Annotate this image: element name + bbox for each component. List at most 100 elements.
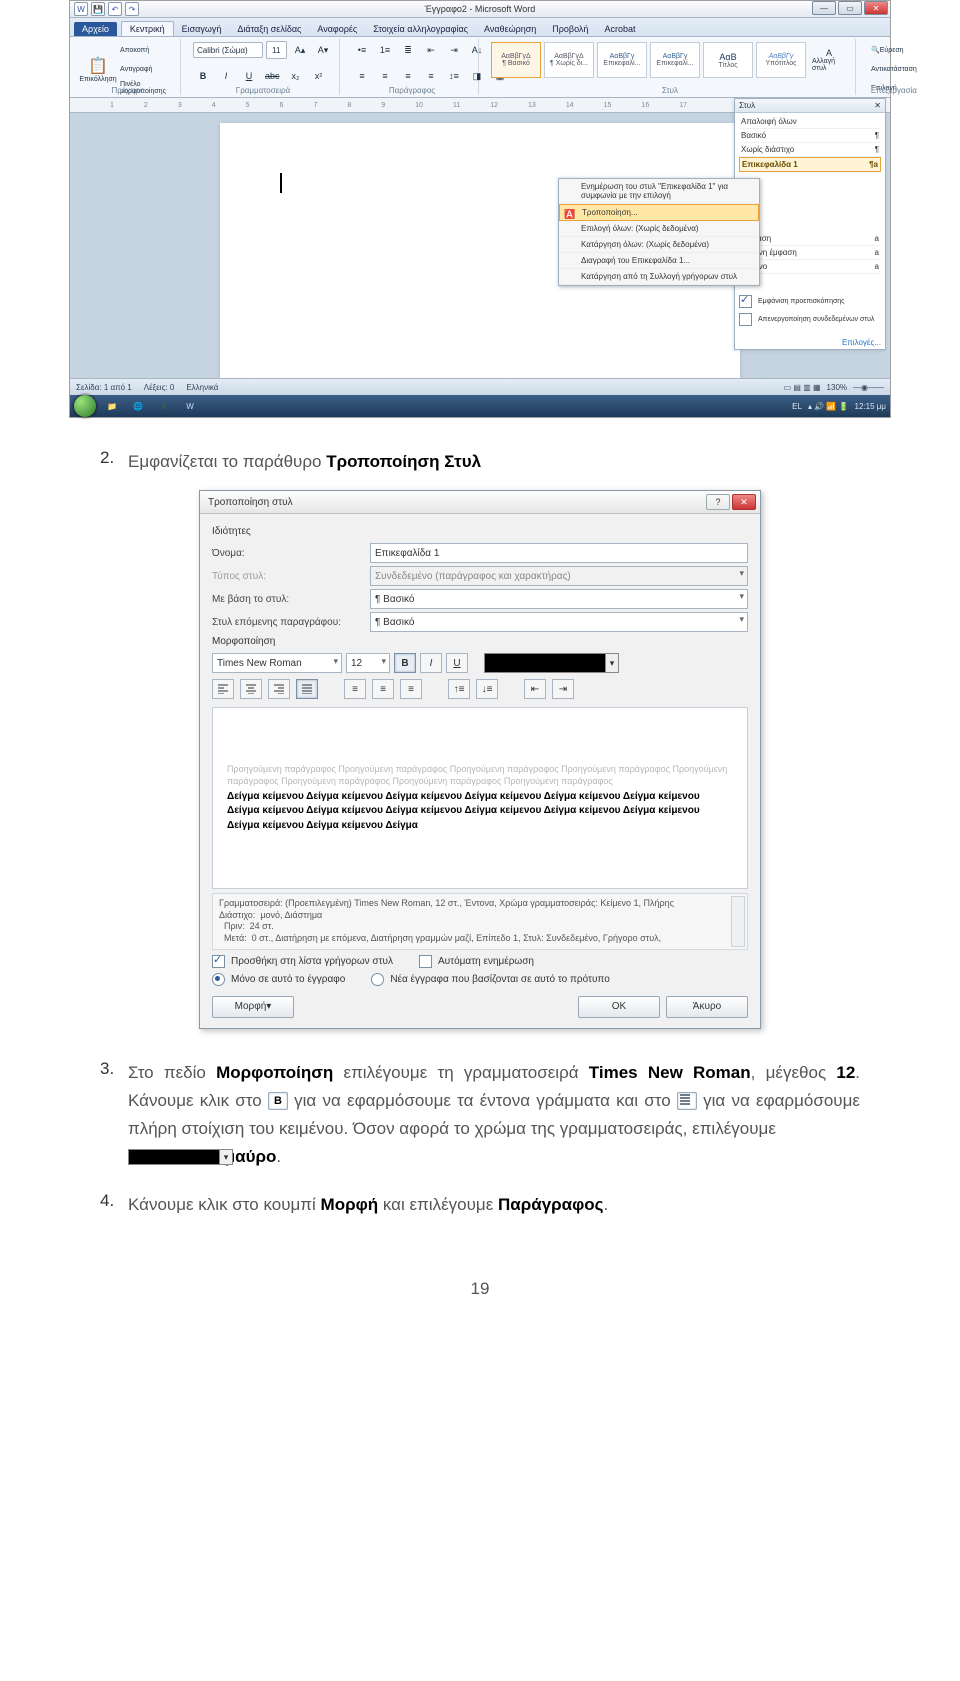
tab-home[interactable]: Κεντρική xyxy=(121,21,174,36)
align-center-icon[interactable]: ≡ xyxy=(375,67,395,85)
based-on-select[interactable]: ¶ Βασικό xyxy=(370,589,748,609)
align-left-icon[interactable]: ≡ xyxy=(352,67,372,85)
help-button[interactable]: ? xyxy=(706,494,730,510)
tab-mailings[interactable]: Στοιχεία αλληλογραφίας xyxy=(365,22,476,36)
paste-button[interactable]: 📋 Επικόλληση xyxy=(82,50,114,88)
underline-button[interactable]: U xyxy=(446,653,468,673)
ok-button[interactable]: OK xyxy=(578,996,660,1018)
cm-delete-style[interactable]: Διαγραφή του Επικεφαλίδα 1... xyxy=(559,253,759,269)
view-buttons[interactable]: ▭ ▤ ▥ ▦ xyxy=(784,383,821,392)
only-this-doc-radio[interactable] xyxy=(212,973,225,986)
align-right-icon[interactable]: ≡ xyxy=(398,67,418,85)
increase-indent-button[interactable]: ⇥ xyxy=(552,679,574,699)
cancel-button[interactable]: Άκυρο xyxy=(666,996,748,1018)
tab-references[interactable]: Αναφορές xyxy=(309,22,365,36)
style-normal[interactable]: ΑαΒβΓγΔ¶ Βασικό xyxy=(491,42,541,78)
tab-review[interactable]: Αναθεώρηση xyxy=(476,22,544,36)
outdent-icon[interactable]: ⇤ xyxy=(421,41,441,59)
font-face-select[interactable]: Times New Roman xyxy=(212,653,342,673)
subscript-icon[interactable]: x₂ xyxy=(286,67,306,85)
disable-linked-checkbox[interactable] xyxy=(739,313,752,326)
status-language[interactable]: Ελληνικά xyxy=(186,383,218,392)
styles-pane-item[interactable]: Έμφασηa xyxy=(739,232,881,246)
font-color-select[interactable] xyxy=(484,653,606,673)
italic-icon[interactable]: I xyxy=(216,67,236,85)
align-left-button[interactable] xyxy=(212,679,234,699)
name-input[interactable]: Επικεφαλίδα 1 xyxy=(370,543,748,563)
styles-pane-item[interactable]: Βασικό¶ xyxy=(739,129,881,143)
cm-modify-style[interactable]: 🅰️ Τροποποίηση... xyxy=(559,204,759,221)
single-spacing-button[interactable]: ≡ xyxy=(344,679,366,699)
explorer-icon[interactable]: 📁 xyxy=(102,398,122,414)
style-nospacing[interactable]: ΑαΒβΓγΔ¶ Χωρίς δι... xyxy=(544,42,594,78)
underline-icon[interactable]: U xyxy=(239,67,259,85)
indent-icon[interactable]: ⇥ xyxy=(444,41,464,59)
font-size-select[interactable]: 11 xyxy=(266,41,287,59)
strike-icon[interactable]: abc xyxy=(262,67,283,85)
styles-pane-close-icon[interactable]: ✕ xyxy=(874,101,881,110)
cut-button[interactable]: Αποκοπή xyxy=(117,41,174,59)
cm-remove-quick[interactable]: Κατάργηση από τη Συλλογή γρήγορων στυλ xyxy=(559,269,759,285)
style-heading1[interactable]: ΑαΒβΓγΕπικεφαλί... xyxy=(597,42,647,78)
bold-icon[interactable]: B xyxy=(193,67,213,85)
font-size-select[interactable]: 12 xyxy=(346,653,390,673)
style-heading2[interactable]: ΑαΒβΓγΕπικεφαλί... xyxy=(650,42,700,78)
save-icon[interactable]: 💾 xyxy=(91,2,105,16)
styles-pane-item[interactable]: Έντονοa xyxy=(739,260,881,274)
next-para-select[interactable]: ¶ Βασικό xyxy=(370,612,748,632)
shrink-font-icon[interactable]: A▾ xyxy=(313,41,333,59)
preview-checkbox[interactable] xyxy=(739,295,752,308)
redo-icon[interactable]: ↷ xyxy=(125,2,139,16)
numbering-icon[interactable]: 1≡ xyxy=(375,41,395,59)
ie-icon[interactable]: 🌐 xyxy=(128,398,148,414)
cm-update-style[interactable]: Ενημέρωση του στυλ "Επικεφαλίδα 1" για σ… xyxy=(559,179,759,204)
grow-font-icon[interactable]: A▴ xyxy=(290,41,310,59)
minimize-button[interactable]: — xyxy=(812,1,836,15)
bullets-icon[interactable]: •≡ xyxy=(352,41,372,59)
line-spacing-icon[interactable]: ↕≡ xyxy=(444,67,464,85)
italic-button[interactable]: I xyxy=(420,653,442,673)
styles-pane-item-selected[interactable]: Επικεφαλίδα 1¶a xyxy=(739,157,881,172)
decrease-before-button[interactable]: ↓≡ xyxy=(476,679,498,699)
dialog-close-button[interactable]: ✕ xyxy=(732,494,756,510)
copy-button[interactable]: Αντιγραφή xyxy=(117,60,174,78)
excel-icon[interactable]: X xyxy=(154,398,174,414)
tray-icons[interactable]: ▴ 🔊 📶 🔋 xyxy=(808,402,849,411)
find-button[interactable]: 🔍 Εύρεση xyxy=(868,41,920,59)
tab-file[interactable]: Αρχείο xyxy=(74,22,117,36)
zoom-level[interactable]: 130% xyxy=(827,383,847,392)
font-face-select[interactable]: Calibri (Σώμα) xyxy=(193,42,263,58)
replace-button[interactable]: Αντικατάσταση xyxy=(868,60,920,78)
new-docs-radio[interactable] xyxy=(371,973,384,986)
add-quick-checkbox[interactable] xyxy=(212,955,225,968)
shading-icon[interactable]: ◨ xyxy=(467,67,487,85)
onehalf-spacing-button[interactable]: ≡ xyxy=(372,679,394,699)
zoom-slider[interactable]: —◉—— xyxy=(853,383,884,392)
cm-select-all[interactable]: Επιλογή όλων: (Χωρίς δεδομένα) xyxy=(559,221,759,237)
multilevel-icon[interactable]: ≣ xyxy=(398,41,418,59)
justify-icon[interactable]: ≡ xyxy=(421,67,441,85)
tab-view[interactable]: Προβολή xyxy=(544,22,596,36)
increase-before-button[interactable]: ↑≡ xyxy=(448,679,470,699)
superscript-icon[interactable]: x² xyxy=(309,67,329,85)
cm-remove-all[interactable]: Κατάργηση όλων: (Χωρίς δεδομένα) xyxy=(559,237,759,253)
undo-icon[interactable]: ↶ xyxy=(108,2,122,16)
align-right-button[interactable] xyxy=(268,679,290,699)
styles-pane-item[interactable]: Χωρίς διάστιχο¶ xyxy=(739,143,881,157)
tab-acrobat[interactable]: Acrobat xyxy=(596,22,643,36)
align-center-button[interactable] xyxy=(240,679,262,699)
description-scrollbar[interactable] xyxy=(731,896,745,947)
tray-lang[interactable]: EL xyxy=(792,402,802,411)
style-title[interactable]: ΑαΒΤίτλος xyxy=(703,42,753,78)
styles-pane-item[interactable]: Έντονη έμφασηa xyxy=(739,246,881,260)
styles-pane-options-link[interactable]: Επιλογές... xyxy=(842,338,881,347)
justify-button[interactable] xyxy=(296,679,318,699)
tab-page-layout[interactable]: Διάταξη σελίδας xyxy=(229,22,309,36)
bold-button[interactable]: B xyxy=(394,653,416,673)
sort-icon[interactable]: A↓ xyxy=(467,41,487,59)
format-menu-button[interactable]: Μορφή ▾ xyxy=(212,996,294,1018)
auto-update-checkbox[interactable] xyxy=(419,955,432,968)
styles-pane-clear[interactable]: Απαλοιφή όλων xyxy=(739,115,881,129)
double-spacing-button[interactable]: ≡ xyxy=(400,679,422,699)
start-button[interactable] xyxy=(74,395,96,417)
